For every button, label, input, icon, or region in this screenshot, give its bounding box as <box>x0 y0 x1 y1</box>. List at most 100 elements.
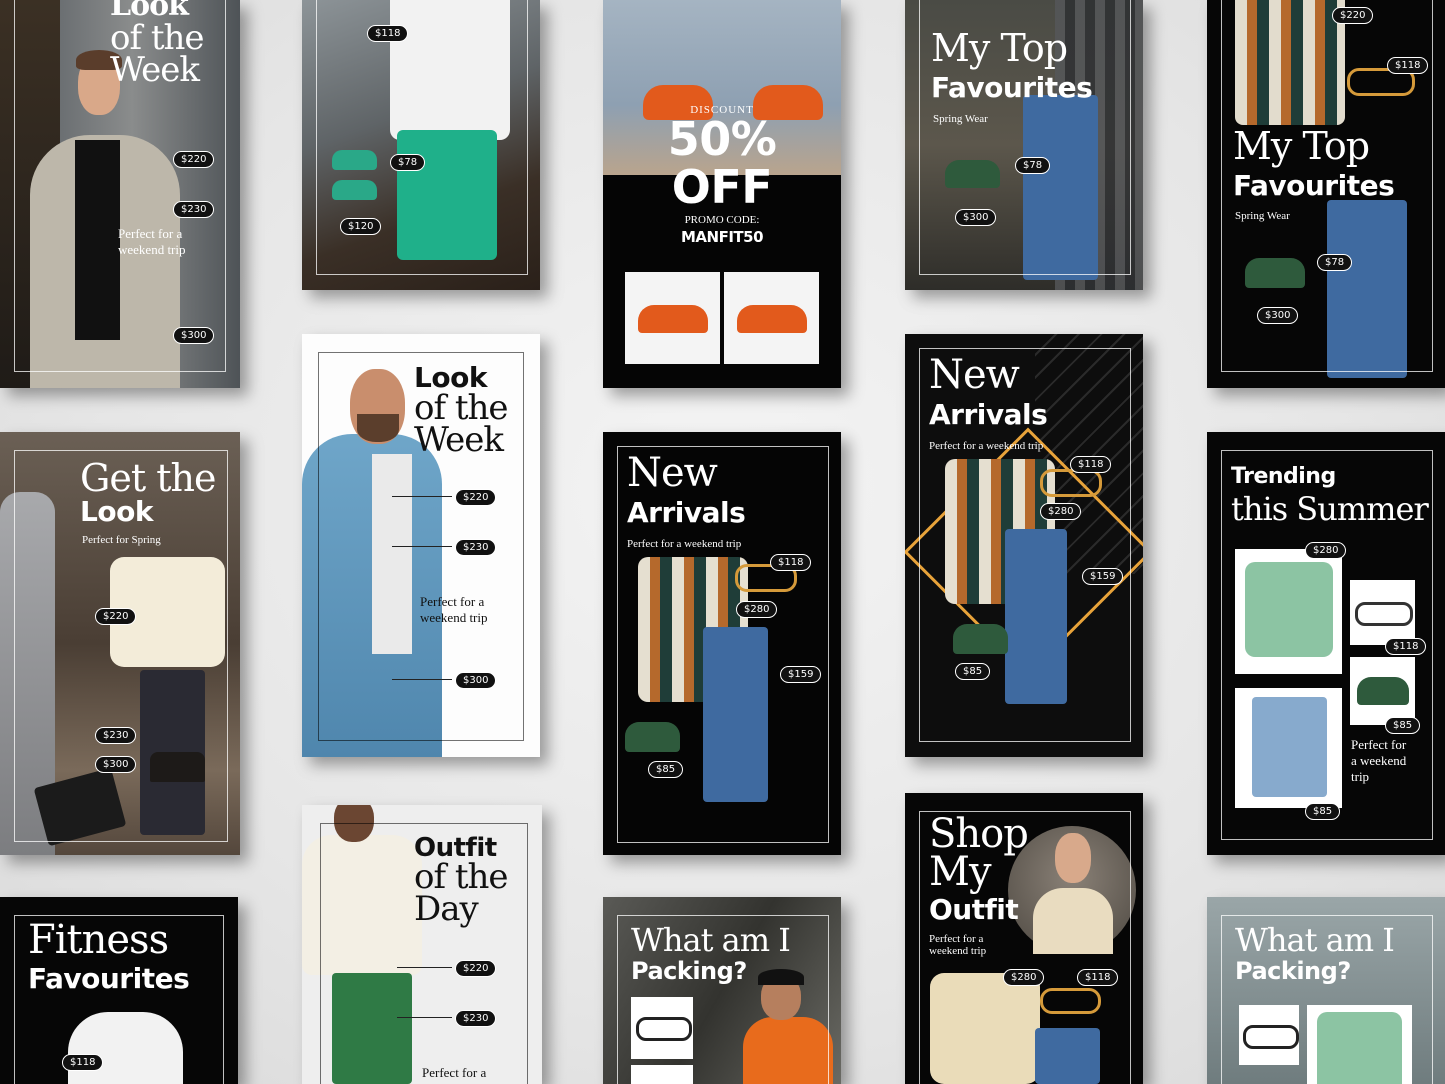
green-sneaker <box>332 180 377 200</box>
price-tag: $300 <box>173 327 215 344</box>
story-card-look-of-week[interactable]: Look of the Week Perfect for a weekend t… <box>0 0 240 388</box>
price-tag: $220 <box>1332 7 1374 24</box>
price-tag: $280 <box>1003 969 1045 986</box>
price-tag: $230 <box>173 201 215 218</box>
price-tag: $118 <box>62 1054 104 1071</box>
card-title-line: What am I <box>1235 921 1395 959</box>
story-card-trending-summer[interactable]: Trending this Summer $280 $118 $85 $85 P… <box>1207 432 1445 855</box>
price-tag: $159 <box>1082 568 1124 585</box>
model-beard <box>357 414 399 442</box>
sneaker-product <box>638 305 708 333</box>
callout-line <box>397 967 452 968</box>
model-jacket <box>1033 888 1113 954</box>
card-title-line: Packing? <box>1235 957 1351 985</box>
story-card-outfit-of-day[interactable]: Outfit of the Day $220 $230 Perfect for … <box>302 805 542 1084</box>
story-card-top-favourites-black[interactable]: My Top Favourites Spring Wear $220 $118 … <box>1207 0 1445 388</box>
green-sneaker <box>332 150 377 170</box>
price-tag: $230 <box>455 1010 497 1027</box>
leaf-shirt <box>1245 562 1333 657</box>
story-card-fitness-favourites[interactable]: Fitness Favourites $118 <box>0 897 238 1084</box>
jeans-product <box>1327 200 1407 378</box>
model-sweater <box>75 140 120 340</box>
card-sub: Perfect for a weekend trip <box>929 933 987 957</box>
card-title-line: Arrivals <box>929 398 1048 431</box>
price-tag: $120 <box>340 218 382 235</box>
card-title-line: My Top <box>931 26 1068 70</box>
callout-line <box>392 546 452 547</box>
card-title-line: this Summer <box>1231 490 1429 528</box>
price-tag: $300 <box>455 672 497 689</box>
sunglasses <box>1355 602 1413 626</box>
jeans-product <box>703 627 768 802</box>
price-tag: $230 <box>95 727 137 744</box>
story-card-top-favourites[interactable]: My Top Favourites Spring Wear $78 $300 <box>905 0 1143 290</box>
card-title-line: Favourites <box>931 71 1093 104</box>
story-card-discount[interactable]: DISCOUNT 50% OFF PROMO CODE: MANFIT50 <box>603 0 841 388</box>
card-sub: Spring Wear <box>933 113 988 125</box>
card-sub: Perfect for a weekend trip <box>929 440 1044 452</box>
card-title-line: New <box>929 352 1020 398</box>
story-card-new-arrivals[interactable]: New Arrivals Perfect for a weekend trip … <box>603 432 841 855</box>
card-sub: Spring Wear <box>1235 210 1290 222</box>
card-title-line: Look <box>80 495 153 528</box>
card-note: Perfect for a weekend trip <box>420 594 488 625</box>
price-tag: $118 <box>1387 57 1429 74</box>
price-tag: $220 <box>95 608 137 625</box>
story-card-look-of-week-white[interactable]: Look of the Week $220 $230 $300 Perfect … <box>302 334 540 757</box>
price-tag: $78 <box>1015 157 1051 174</box>
jeans-product <box>1023 95 1098 280</box>
card-title-line: Fitness <box>28 917 169 963</box>
card-title-line: Week <box>414 420 504 460</box>
card-title-line: Favourites <box>1233 169 1395 202</box>
story-card-packing-light[interactable]: What am I Packing? <box>1207 897 1445 1084</box>
card-title-line: My Top <box>1233 124 1370 168</box>
price-tag: $85 <box>1305 803 1341 820</box>
price-tag: $220 <box>173 151 215 168</box>
price-tag: $118 <box>770 554 812 571</box>
model-head <box>334 805 374 842</box>
card-note: Perfect for a weekend trip <box>1351 737 1407 784</box>
price-tag: $300 <box>95 756 137 773</box>
price-tag: $118 <box>1385 638 1427 655</box>
card-sub: Perfect for a weekend trip <box>627 538 742 550</box>
story-card-shop-my-outfit[interactable]: Shop My Outfit Perfect for a weekend tri… <box>905 793 1143 1084</box>
green-sneaker <box>1357 677 1409 705</box>
callout-line <box>397 1017 452 1018</box>
price-tag: $85 <box>955 663 991 680</box>
sunglasses <box>1040 469 1102 497</box>
card-title-line: Outfit <box>929 893 1019 926</box>
card-title-line: New <box>627 450 718 496</box>
denim-shorts <box>1252 697 1327 797</box>
price-tag: $300 <box>1257 307 1299 324</box>
story-card-packing[interactable]: What am I Packing? <box>603 897 841 1084</box>
price-tag: $118 <box>1070 456 1112 473</box>
price-tag: $280 <box>1305 542 1347 559</box>
promo-code: MANFIT50 <box>680 228 764 246</box>
story-card-sport-outfit[interactable]: $118 $78 $120 <box>302 0 540 290</box>
white-jacket <box>68 1012 183 1084</box>
price-tag: $300 <box>955 209 997 226</box>
boots <box>150 752 205 782</box>
discount-percent: 50% <box>667 112 777 166</box>
price-tag: $230 <box>455 539 497 556</box>
plaid-shirt <box>1235 0 1345 125</box>
card-title-line: Packing? <box>631 957 747 985</box>
promo-label: PROMO CODE: <box>684 214 760 226</box>
card-title-line: Shop <box>929 811 1029 857</box>
story-card-get-the-look[interactable]: Get the Look Perfect for Spring $220 $23… <box>0 432 240 855</box>
card-sub: Perfect for Spring <box>82 534 161 546</box>
sunglasses <box>1040 988 1101 1014</box>
leaf-shirt <box>1317 1012 1402 1084</box>
card-title-line: Favourites <box>28 962 190 995</box>
price-tag: $220 <box>455 960 497 977</box>
product-tile <box>631 1065 693 1084</box>
green-trousers <box>332 973 412 1084</box>
price-tag: $118 <box>1077 969 1119 986</box>
model-cap <box>758 969 804 985</box>
price-tag: $118 <box>367 25 409 42</box>
price-tag: $159 <box>780 666 822 683</box>
price-tag: $85 <box>1385 717 1421 734</box>
model-shirt <box>372 454 412 654</box>
story-card-new-arrivals-diamond[interactable]: New Arrivals Perfect for a weekend trip … <box>905 334 1143 757</box>
model-head <box>1055 833 1091 883</box>
